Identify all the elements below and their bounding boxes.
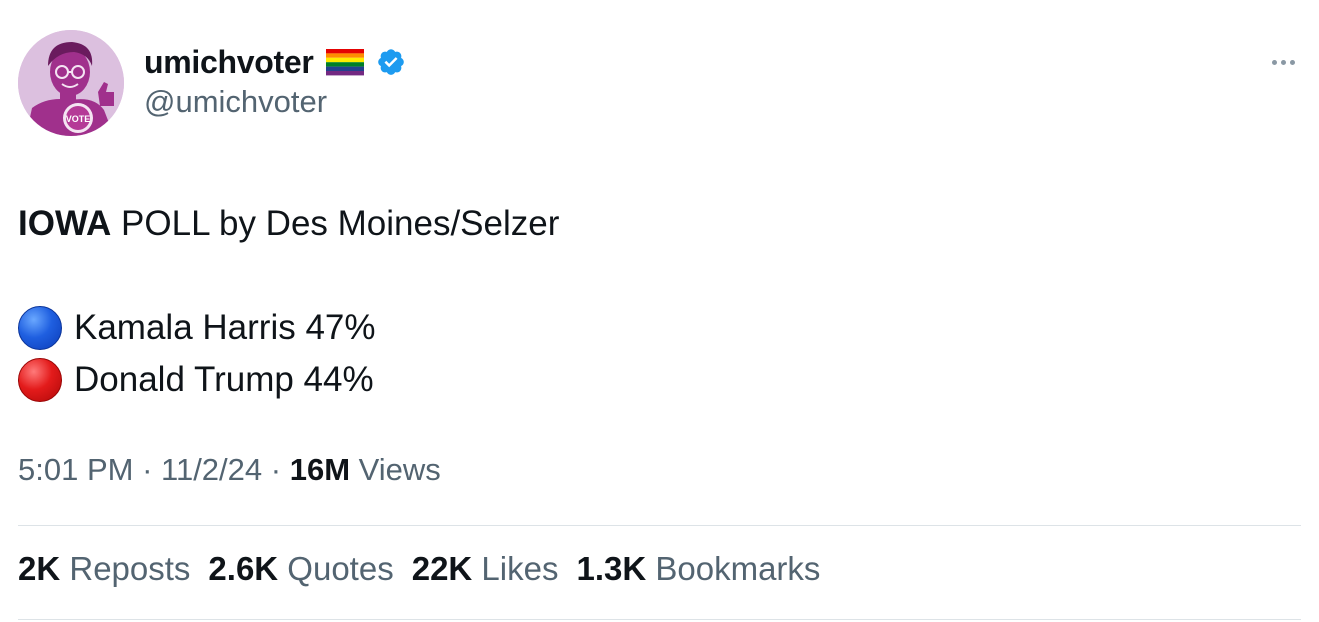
avatar[interactable]: VOTE — [18, 30, 124, 136]
author-handle[interactable]: @umichvoter — [144, 84, 327, 120]
poll-text-trump: Donald Trump 44% — [74, 360, 374, 399]
tweet-time[interactable]: 5:01 PM — [18, 452, 133, 487]
author-name-row: umichvoter — [144, 40, 406, 84]
display-name[interactable]: umichvoter — [144, 44, 314, 81]
tweet-text: IOWA POLL by Des Moines/Selzer Kamala Ha… — [18, 198, 559, 406]
blue-circle-icon — [18, 306, 62, 350]
more-dot — [1280, 59, 1286, 65]
poll-line-harris: Kamala Harris 47% — [18, 302, 559, 354]
stat-reposts[interactable]: 2K Reposts — [18, 550, 190, 588]
reposts-label: Reposts — [60, 550, 191, 587]
verified-badge-icon[interactable] — [376, 47, 406, 77]
cartoon-avatar-icon: VOTE — [18, 30, 124, 136]
engagement-stats: 2K Reposts 2.6K Quotes 22K Likes 1.3K Bo… — [18, 550, 820, 588]
tweet-meta: 5:01 PM · 11/2/24 · 16M Views — [18, 452, 441, 488]
tweet-date[interactable]: 11/2/24 — [161, 452, 262, 487]
bookmarks-label: Bookmarks — [646, 550, 821, 587]
meta-separator: · — [133, 452, 162, 487]
bookmarks-count: 1.3K — [576, 550, 647, 587]
poll-line-trump: Donald Trump 44% — [18, 354, 559, 406]
views-count: 16M — [289, 452, 351, 487]
stat-likes[interactable]: 22K Likes — [412, 550, 559, 588]
quotes-label: Quotes — [278, 550, 394, 587]
likes-count: 22K — [411, 550, 473, 587]
more-dot — [1271, 59, 1277, 65]
divider-bottom — [18, 619, 1301, 620]
rainbow-flag-icon — [325, 48, 364, 76]
vote-badge-text: VOTE — [66, 114, 91, 124]
stat-bookmarks[interactable]: 1.3K Bookmarks — [576, 550, 820, 588]
meta-separator: · — [262, 452, 290, 487]
quotes-count: 2.6K — [208, 550, 279, 587]
more-dot — [1289, 59, 1295, 65]
tweet-title-bold: IOWA — [18, 204, 112, 243]
stat-quotes[interactable]: 2.6K Quotes — [208, 550, 393, 588]
divider-top — [18, 525, 1301, 526]
tweet-title-line: IOWA POLL by Des Moines/Selzer — [18, 198, 559, 250]
views-label: Views — [350, 452, 441, 487]
poll-text-harris: Kamala Harris 47% — [74, 308, 376, 347]
reposts-count: 2K — [18, 550, 61, 587]
tweet-title-rest: POLL by Des Moines/Selzer — [111, 204, 560, 243]
red-circle-icon — [18, 358, 62, 402]
more-options-icon[interactable] — [1266, 54, 1300, 70]
likes-label: Likes — [472, 550, 559, 587]
